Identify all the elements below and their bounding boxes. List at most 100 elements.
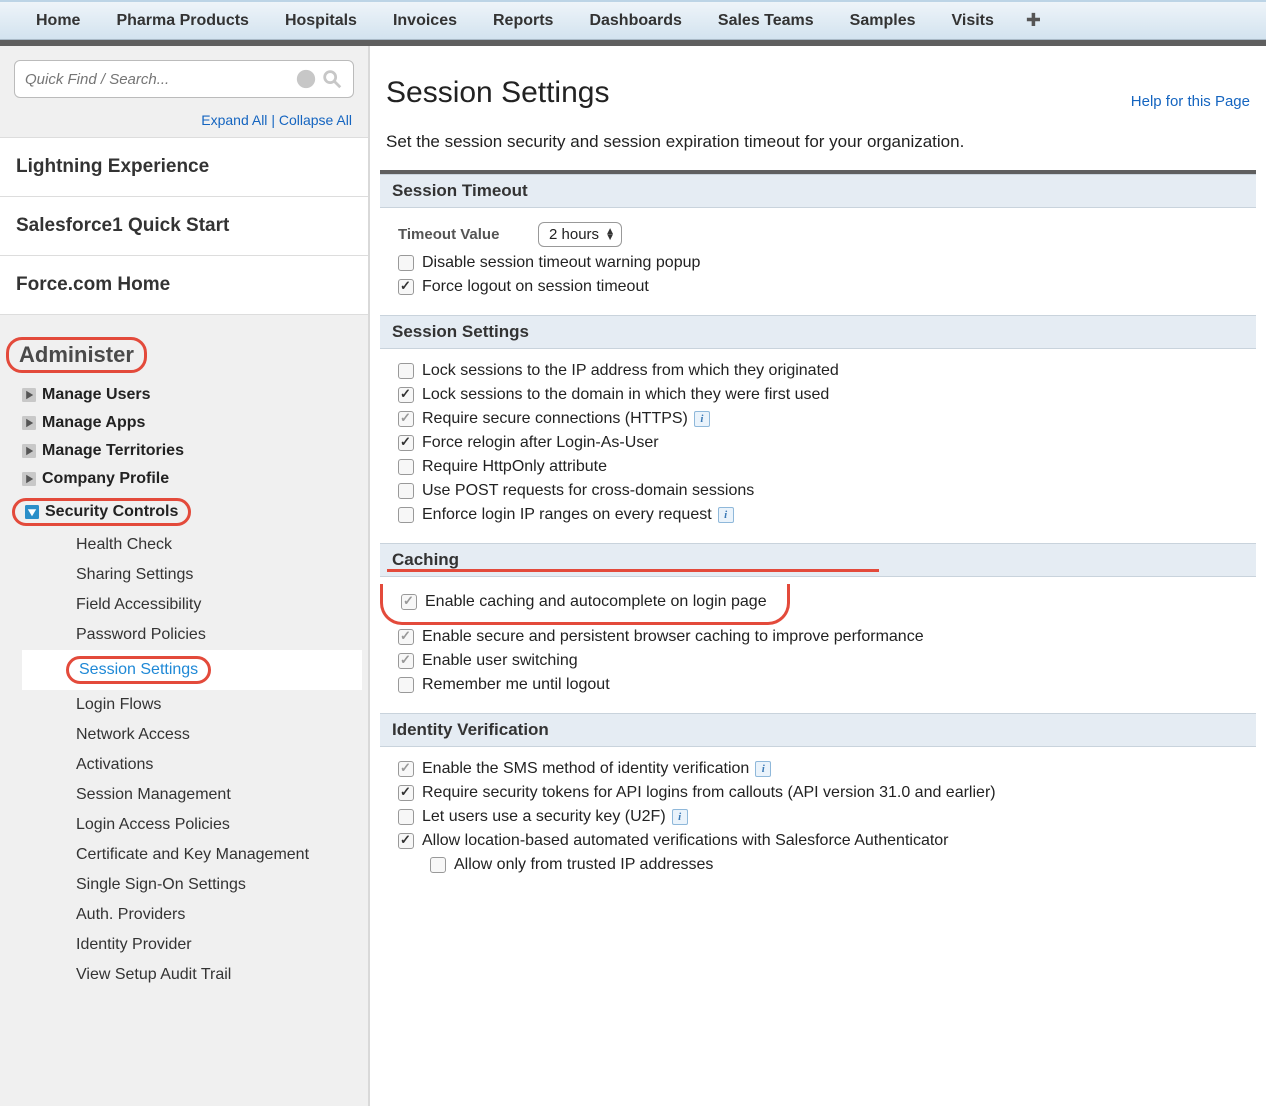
subtree-health-check[interactable]: Health Check <box>76 530 352 560</box>
subtree-auth-providers[interactable]: Auth. Providers <box>76 900 352 930</box>
checkbox-u2f[interactable] <box>398 809 414 825</box>
label-enable-switch: Enable user switching <box>422 652 578 670</box>
tree-node-manage-apps[interactable]: Manage Apps <box>22 414 352 432</box>
section-session-settings-header: Session Settings <box>380 315 1256 349</box>
tab-invoices[interactable]: Invoices <box>375 12 475 30</box>
checkbox-lock-domain[interactable] <box>398 387 414 403</box>
subtree-login-access-policies[interactable]: Login Access Policies <box>76 810 352 840</box>
highlight-enable-caching: Enable caching and autocomplete on login… <box>380 584 790 625</box>
checkbox-force-logout[interactable] <box>398 279 414 295</box>
label-force-logout: Force logout on session timeout <box>422 278 649 296</box>
label-lock-ip: Lock sessions to the IP address from whi… <box>422 362 839 380</box>
tree-node-company-profile[interactable]: Company Profile <box>22 470 352 488</box>
subtree-network-access[interactable]: Network Access <box>76 720 352 750</box>
section-caching-header: Caching <box>380 543 1256 577</box>
info-icon[interactable]: i <box>672 809 688 825</box>
highlight-caching-header: Caching <box>392 550 459 570</box>
page-title: Session Settings <box>386 76 609 110</box>
subtree-activations[interactable]: Activations <box>76 750 352 780</box>
add-tab-icon[interactable]: ✚ <box>1012 10 1055 31</box>
manage-apps-label: Manage Apps <box>42 414 145 432</box>
checkbox-disable-popup[interactable] <box>398 255 414 271</box>
subtree-identity-provider[interactable]: Identity Provider <box>76 930 352 960</box>
checkbox-tokens[interactable] <box>398 785 414 801</box>
tab-pharma-products[interactable]: Pharma Products <box>98 12 266 30</box>
session-settings-label: Session Settings <box>79 661 198 678</box>
subtree-sharing-settings[interactable]: Sharing Settings <box>76 560 352 590</box>
tab-visits[interactable]: Visits <box>933 12 1011 30</box>
chevron-updown-icon: ▲▼ <box>605 229 615 241</box>
section-caching-body: Enable caching and autocomplete on login… <box>380 577 1256 713</box>
sidebar-item-sf1[interactable]: Salesforce1 Quick Start <box>0 196 368 256</box>
sidebar: Expand All | Collapse All Lightning Expe… <box>0 46 370 1106</box>
timeout-value-label: Timeout Value <box>398 226 538 243</box>
label-require-https: Require secure connections (HTTPS) <box>422 410 688 428</box>
main-content: Session Settings Help for this Page Set … <box>370 46 1266 1106</box>
arrow-right-icon <box>22 472 36 486</box>
checkbox-http-only[interactable] <box>398 459 414 475</box>
checkbox-lock-ip[interactable] <box>398 363 414 379</box>
highlight-security-controls: Security Controls <box>12 498 191 526</box>
tab-reports[interactable]: Reports <box>475 12 571 30</box>
checkbox-trusted-ip[interactable] <box>430 857 446 873</box>
quick-find-box <box>14 60 354 98</box>
expand-all-link[interactable]: Expand All <box>201 112 267 128</box>
timeout-value-select[interactable]: 2 hours ▲▼ <box>538 222 622 247</box>
subtree-session-settings[interactable]: Session Settings <box>22 650 362 690</box>
checkbox-enable-secure[interactable] <box>398 629 414 645</box>
subtree-field-accessibility[interactable]: Field Accessibility <box>76 590 352 620</box>
help-link[interactable]: Help for this Page <box>1131 93 1250 110</box>
checkbox-enforce-ip[interactable] <box>398 507 414 523</box>
tab-home[interactable]: Home <box>18 12 98 30</box>
tab-hospitals[interactable]: Hospitals <box>267 12 375 30</box>
info-icon[interactable]: i <box>694 411 710 427</box>
tab-dashboards[interactable]: Dashboards <box>571 12 699 30</box>
highlight-administer: Administer <box>6 337 147 373</box>
checkbox-enable-switch[interactable] <box>398 653 414 669</box>
subtree-password-policies[interactable]: Password Policies <box>76 620 352 650</box>
tree-node-manage-territories[interactable]: Manage Territories <box>22 442 352 460</box>
info-icon[interactable]: i <box>718 507 734 523</box>
subtree-cert-key[interactable]: Certificate and Key Management <box>76 840 352 870</box>
collapse-all-link[interactable]: Collapse All <box>279 112 352 128</box>
search-input[interactable] <box>25 71 291 88</box>
label-lock-domain: Lock sessions to the domain in which the… <box>422 386 829 404</box>
subtree-login-flows[interactable]: Login Flows <box>76 690 352 720</box>
subtree-sso[interactable]: Single Sign-On Settings <box>76 870 352 900</box>
sidebar-item-lightning[interactable]: Lightning Experience <box>0 137 368 197</box>
label-u2f: Let users use a security key (U2F) <box>422 808 666 826</box>
administer-header[interactable]: Administer <box>19 342 134 368</box>
section-session-settings-body: Lock sessions to the IP address from whi… <box>380 349 1256 543</box>
page-description: Set the session security and session exp… <box>380 114 1256 170</box>
tab-samples[interactable]: Samples <box>832 12 934 30</box>
checkbox-sms[interactable] <box>398 761 414 777</box>
checkbox-force-relogin[interactable] <box>398 435 414 451</box>
tree-node-manage-users[interactable]: Manage Users <box>22 386 352 404</box>
info-icon[interactable]: i <box>755 761 771 777</box>
sidebar-item-force[interactable]: Force.com Home <box>0 255 368 315</box>
company-profile-label: Company Profile <box>42 470 169 488</box>
checkbox-location[interactable] <box>398 833 414 849</box>
label-force-relogin: Force relogin after Login-As-User <box>422 434 659 452</box>
label-enable-secure: Enable secure and persistent browser cac… <box>422 628 924 646</box>
label-disable-popup: Disable session timeout warning popup <box>422 254 700 272</box>
label-http-only: Require HttpOnly attribute <box>422 458 607 476</box>
subtree-session-management[interactable]: Session Management <box>76 780 352 810</box>
checkbox-use-post[interactable] <box>398 483 414 499</box>
label-sms: Enable the SMS method of identity verifi… <box>422 760 749 778</box>
tree-node-security-controls[interactable]: Security Controls <box>25 503 178 521</box>
arrow-down-icon <box>25 505 39 519</box>
checkbox-enable-caching[interactable] <box>401 594 417 610</box>
arrow-right-icon <box>22 416 36 430</box>
label-location: Allow location-based automated verificat… <box>422 832 949 850</box>
top-nav: Home Pharma Products Hospitals Invoices … <box>0 0 1266 40</box>
checkbox-remember-me[interactable] <box>398 677 414 693</box>
subtree-audit-trail[interactable]: View Setup Audit Trail <box>76 960 352 990</box>
search-icon[interactable] <box>321 68 343 90</box>
security-controls-label: Security Controls <box>45 503 178 521</box>
label-enable-caching: Enable caching and autocomplete on login… <box>425 593 767 611</box>
section-identity-header: Identity Verification <box>380 713 1256 747</box>
tab-sales-teams[interactable]: Sales Teams <box>700 12 832 30</box>
expand-collapse-links: Expand All | Collapse All <box>0 104 368 138</box>
checkbox-require-https[interactable] <box>398 411 414 427</box>
